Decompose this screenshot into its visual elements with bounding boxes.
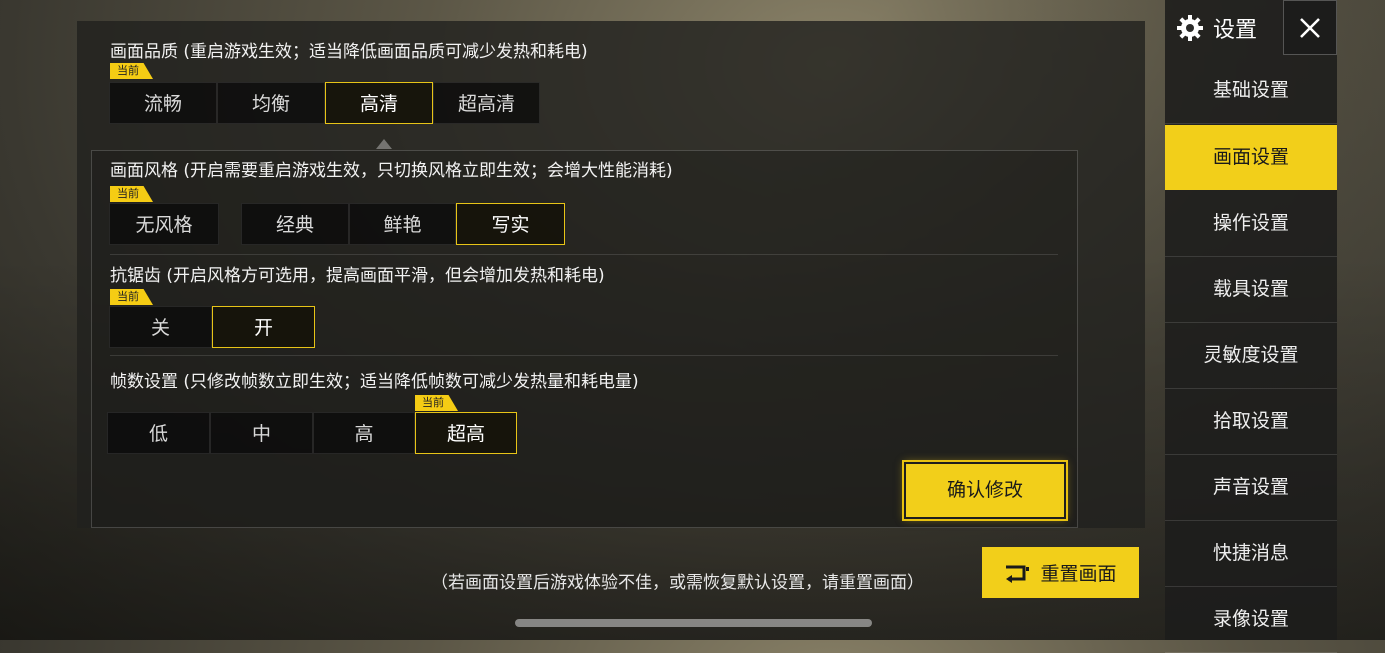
frame-rate-title: 帧数设置 (只修改帧数立即生效；适当降低帧数可减少发热量和耗电量) (110, 372, 639, 392)
caret-indicator (376, 139, 392, 149)
sidebar-item-sound[interactable]: 声音设置 (1165, 455, 1337, 521)
graphics-quality-title: 画面品质 (重启游戏生效；适当降低画面品质可减少发热和耗电) (110, 42, 588, 62)
divider (110, 254, 1058, 255)
sidebar-item-quick-messages[interactable]: 快捷消息 (1165, 521, 1337, 587)
reset-hint-text: （若画面设置后游戏体验不佳，或需恢复默认设置，请重置画面） (431, 573, 924, 593)
reset-label: 重置画面 (1040, 563, 1117, 585)
reset-graphics-button[interactable]: 重置画面 (982, 547, 1139, 598)
style-none-group: 无风格 (109, 203, 219, 245)
style-option-classic[interactable]: 经典 (241, 203, 349, 245)
aa-option-on[interactable]: 开 (212, 306, 315, 348)
close-button[interactable] (1283, 0, 1337, 55)
sidebar-item-controls[interactable]: 操作设置 (1165, 191, 1337, 257)
quality-option-uhd[interactable]: 超高清 (433, 82, 540, 124)
sidebar-item-sensitivity[interactable]: 灵敏度设置 (1165, 323, 1337, 389)
sidebar-header: 设置 (1165, 0, 1282, 55)
quality-option-smooth[interactable]: 流畅 (109, 82, 217, 124)
fps-option-ultra[interactable]: 超高 (415, 412, 517, 454)
aa-option-off[interactable]: 关 (109, 306, 212, 348)
sidebar-item-replay[interactable]: 录像设置 (1165, 587, 1337, 653)
home-indicator (515, 619, 872, 627)
reset-icon (1006, 565, 1030, 583)
divider (110, 355, 1058, 356)
gear-icon (1177, 14, 1203, 41)
sidebar-item-pickup[interactable]: 拾取设置 (1165, 389, 1337, 455)
style-option-none[interactable]: 无风格 (109, 203, 219, 245)
fps-option-low[interactable]: 低 (107, 412, 210, 454)
sidebar-item-graphics[interactable]: 画面设置 (1165, 125, 1337, 190)
sidebar-item-vehicle[interactable]: 载具设置 (1165, 257, 1337, 323)
fps-option-high[interactable]: 高 (313, 412, 415, 454)
graphics-style-selector: 经典 鲜艳 写实 (241, 203, 565, 245)
sidebar-item-basic[interactable]: 基础设置 (1165, 58, 1337, 124)
fps-option-medium[interactable]: 中 (210, 412, 313, 454)
anti-aliasing-title: 抗锯齿 (开启风格方可选用，提高画面平滑，但会增加发热和耗电) (110, 266, 605, 286)
style-option-vivid[interactable]: 鲜艳 (349, 203, 456, 245)
style-option-realistic[interactable]: 写实 (456, 203, 565, 245)
graphics-quality-selector: 流畅 均衡 高清 超高清 (109, 82, 540, 124)
sidebar-title: 设置 (1213, 17, 1258, 43)
close-icon (1300, 17, 1320, 38)
quality-option-hd[interactable]: 高清 (325, 82, 433, 124)
frame-rate-selector: 低 中 高 超高 (107, 412, 517, 454)
graphics-style-title: 画面风格 (开启需要重启游戏生效，只切换风格立即生效；会增大性能消耗) (110, 161, 673, 181)
confirm-button[interactable]: 确认修改 (904, 462, 1066, 519)
quality-option-balanced[interactable]: 均衡 (217, 82, 325, 124)
anti-aliasing-selector: 关 开 (109, 306, 315, 348)
